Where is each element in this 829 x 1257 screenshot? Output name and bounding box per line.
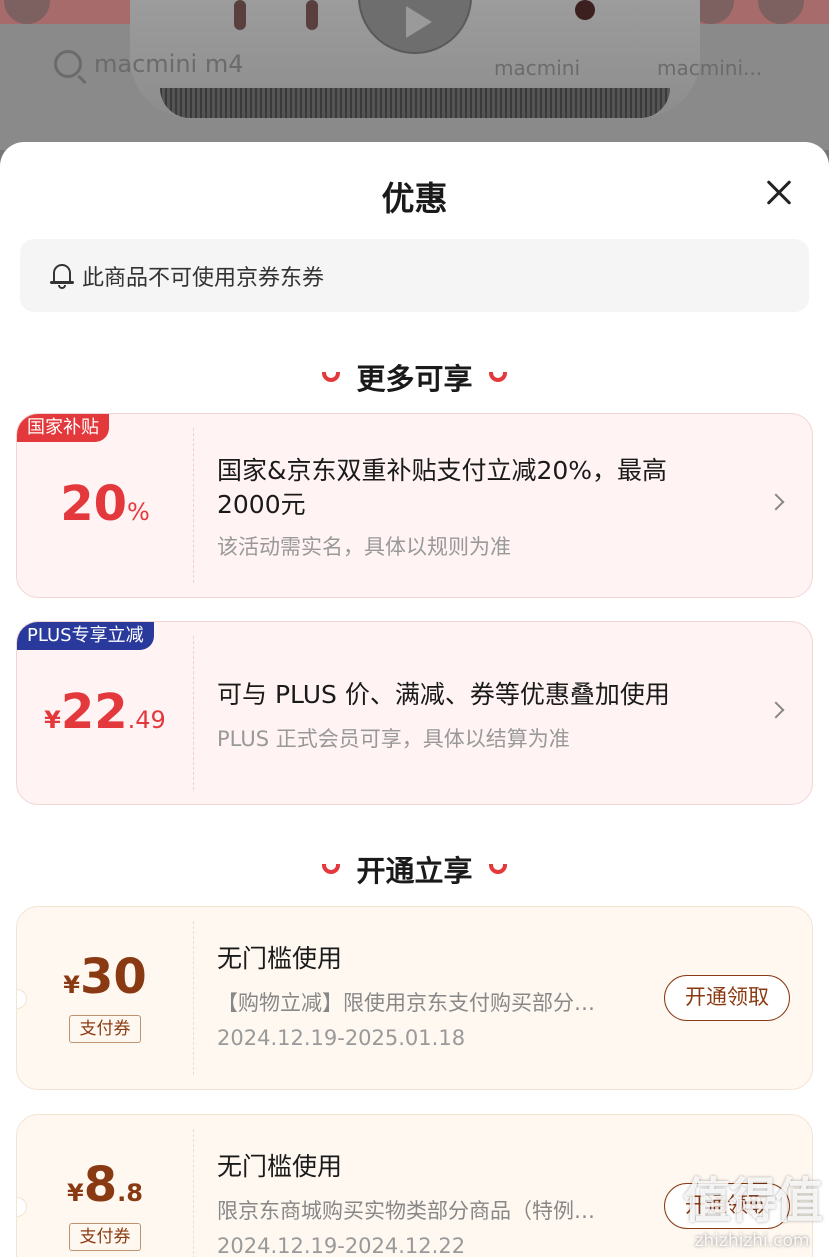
offer-amount-decimal: .49	[127, 706, 166, 734]
offer-card-plus[interactable]: PLUS专享立减 ¥22.49 可与 PLUS 价、满减、券等优惠叠加使用 PL…	[16, 621, 813, 805]
offer-amount: 20%	[17, 476, 193, 532]
coupon-title: 无门槛使用	[217, 1152, 343, 1181]
offer-currency: ¥	[44, 706, 61, 734]
site-watermark: 值得值 zhizhizhi.com	[682, 1161, 823, 1251]
coupon-currency: ¥	[67, 1179, 84, 1207]
coupon-type-label: 支付券	[69, 1015, 141, 1043]
offer-title-line: 国家&京东双重补贴支付立减20%，最高	[217, 456, 668, 485]
coupon-amount: ¥8.8	[17, 1157, 193, 1213]
section-header-open: 开通立享	[0, 848, 829, 890]
offer-amount-value: 20	[60, 476, 127, 532]
background-product-jack	[575, 0, 595, 20]
coupon-currency: ¥	[63, 971, 80, 999]
offer-title-line: 可与 PLUS 价、满减、券等优惠叠加使用	[217, 680, 670, 709]
section-title: 更多可享	[356, 362, 473, 396]
offer-card-national-subsidy[interactable]: 国家补贴 20% 国家&京东双重补贴支付立减20%，最高 2000元 该活动需实…	[16, 413, 813, 598]
background-search-bar: macmini m4	[54, 50, 243, 78]
coupon-date: 2024.12.19-2024.12.22	[217, 1234, 466, 1257]
coupon-amount-decimal: .8	[117, 1179, 143, 1207]
card-divider	[193, 428, 194, 583]
sheet-title: 优惠	[381, 179, 448, 218]
smile-icon	[488, 372, 507, 382]
coupon-title: 无门槛使用	[217, 944, 343, 973]
card-divider	[193, 636, 194, 790]
coupon-date: 2024.12.19-2025.01.18	[217, 1026, 466, 1050]
coupon-description: 【购物立减】限使用京东支付购买部分…	[217, 991, 595, 1015]
smile-icon	[322, 372, 341, 382]
background-page: macmini m4 macmini macmini...	[0, 0, 829, 150]
chevron-right-icon	[767, 493, 785, 511]
background-product-vent	[160, 88, 670, 118]
offer-subtitle: 该活动需实名，具体以规则为准	[217, 535, 511, 559]
coupon-amount-value: 30	[79, 949, 147, 1005]
close-icon[interactable]	[760, 174, 798, 212]
activate-claim-button[interactable]: 开通领取	[664, 975, 790, 1021]
offer-title-line: 2000元	[217, 490, 306, 519]
card-divider	[193, 1129, 194, 1257]
watermark-url: zhizhizhi.com	[694, 1231, 810, 1251]
watermark-logo: 值得值	[682, 1173, 823, 1229]
offer-tag: 国家补贴	[17, 414, 109, 442]
search-icon	[54, 50, 82, 78]
card-divider	[193, 921, 194, 1075]
discount-sheet: 优惠 此商品不可使用京券东券 更多可享 国家补贴 20% 国家&京东双重补贴支付…	[0, 142, 829, 1257]
offer-title: 可与 PLUS 价、满减、券等优惠叠加使用	[217, 678, 670, 712]
coupon-card: ¥30 支付券 无门槛使用 【购物立减】限使用京东支付购买部分… 2024.12…	[16, 906, 813, 1090]
offer-tag: PLUS专享立减	[17, 622, 154, 650]
background-search-text: macmini m4	[94, 50, 244, 78]
notice-text: 此商品不可使用京券东券	[82, 265, 325, 291]
coupon-description: 限京东商城购买实物类部分商品（特例…	[217, 1199, 595, 1223]
background-product-port	[306, 0, 318, 30]
background-tag: macmini...	[657, 56, 763, 80]
bell-icon	[50, 263, 74, 289]
chevron-right-icon	[767, 701, 785, 719]
background-product-port	[234, 0, 246, 30]
offer-amount: ¥22.49	[17, 684, 193, 740]
offer-subtitle: PLUS 正式会员可享，具体以结算为准	[217, 727, 570, 751]
coupon-type-label: 支付券	[69, 1223, 141, 1251]
coupon-notice: 此商品不可使用京券东券	[20, 239, 809, 312]
background-tag: macmini	[494, 56, 581, 80]
coupon-amount: ¥30	[17, 949, 193, 1005]
section-title: 开通立享	[356, 854, 473, 888]
offer-amount-unit: %	[126, 498, 150, 526]
offer-amount-value: 22	[60, 684, 128, 740]
offer-title: 国家&京东双重补贴支付立减20%，最高 2000元	[217, 454, 667, 522]
smile-icon	[488, 864, 507, 874]
coupon-amount-value: 8	[83, 1157, 118, 1213]
smile-icon	[322, 864, 341, 874]
section-header-more: 更多可享	[0, 356, 829, 398]
